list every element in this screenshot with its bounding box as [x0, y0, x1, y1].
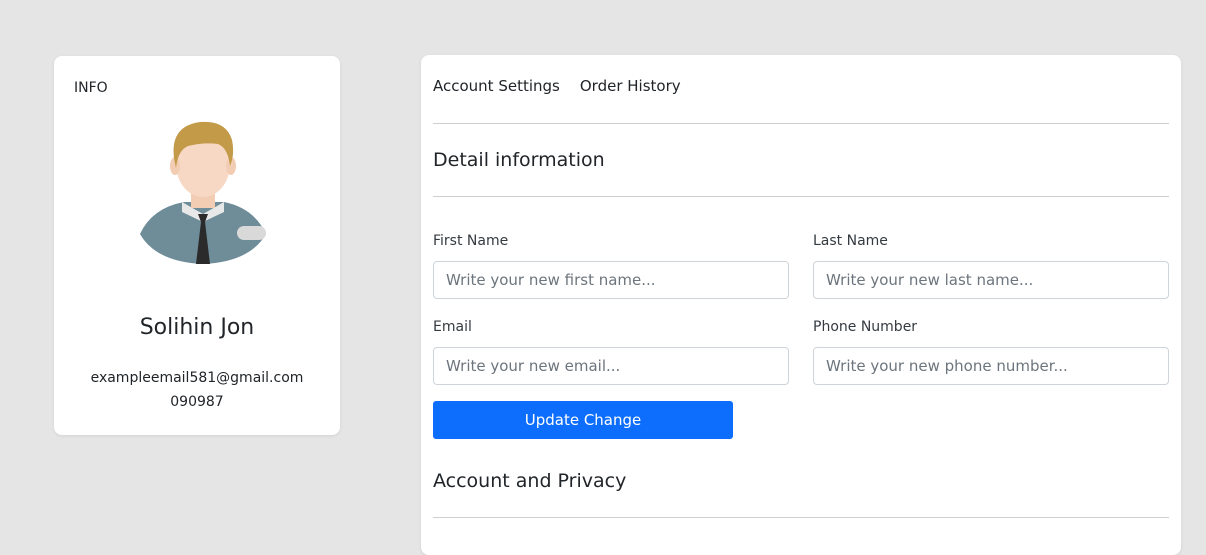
- info-label: INFO: [74, 80, 108, 96]
- update-change-button[interactable]: Update Change: [433, 401, 733, 439]
- phone-number-input[interactable]: [813, 347, 1169, 385]
- first-name-label: First Name: [433, 233, 509, 249]
- profile-email: exampleemail581@gmail.com: [90, 370, 304, 386]
- settings-card: Account Settings Order History Detail in…: [421, 55, 1181, 555]
- tab-account-settings[interactable]: Account Settings: [433, 77, 560, 95]
- profile-name: Solihin Jon: [139, 315, 255, 340]
- email-input[interactable]: [433, 347, 789, 385]
- divider: [433, 196, 1169, 197]
- profile-phone: 090987: [170, 394, 224, 410]
- avatar-toggle[interactable]: [237, 226, 266, 240]
- phone-number-label: Phone Number: [813, 319, 918, 335]
- divider: [433, 517, 1169, 518]
- account-privacy-title: Account and Privacy: [433, 470, 627, 492]
- detail-information-title: Detail information: [433, 149, 605, 171]
- first-name-input[interactable]: [433, 261, 789, 299]
- divider: [433, 123, 1169, 124]
- profile-info-card: INFO Solihin Jon exampleemail581@gmail.c…: [54, 56, 340, 435]
- email-label: Email: [433, 319, 472, 335]
- tab-order-history[interactable]: Order History: [580, 77, 681, 95]
- settings-tabs: Account Settings Order History: [433, 77, 681, 95]
- last-name-input[interactable]: [813, 261, 1169, 299]
- last-name-label: Last Name: [813, 233, 888, 249]
- user-avatar-icon: [140, 121, 266, 264]
